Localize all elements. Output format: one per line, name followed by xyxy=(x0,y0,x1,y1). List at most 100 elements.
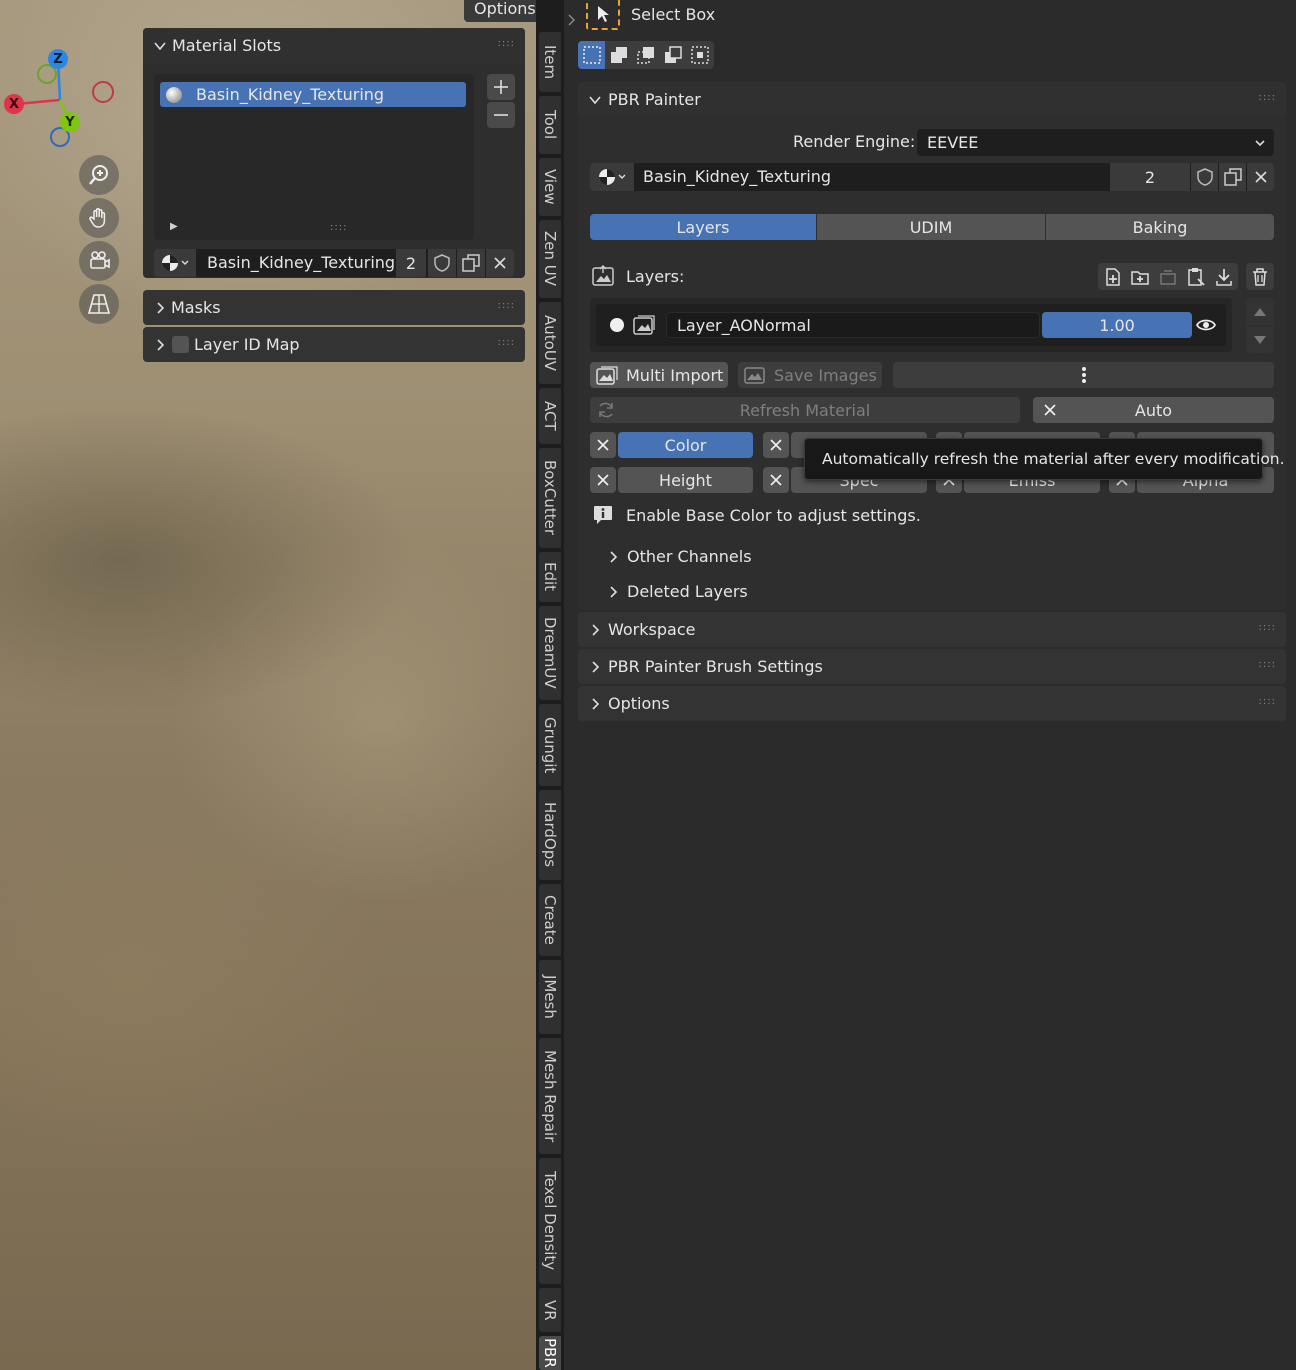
add-folder-button[interactable] xyxy=(1126,263,1154,290)
list-resize-handle-icon[interactable]: :::: xyxy=(330,222,347,233)
pbr-material-name-field[interactable]: Basin_Kidney_Texturing xyxy=(643,167,831,186)
duplicate-layer-button[interactable] xyxy=(1154,263,1182,290)
multi-import-button[interactable]: Multi Import xyxy=(590,362,728,388)
more-options-button[interactable] xyxy=(893,362,1274,388)
layer-name-field[interactable]: Layer_AONormal xyxy=(666,312,1040,338)
pbr-painter-header[interactable]: PBR Painter :::: xyxy=(578,82,1286,118)
workspace-panel-header[interactable]: Workspace :::: xyxy=(578,612,1286,647)
masks-panel-header[interactable]: Masks :::: xyxy=(143,290,525,325)
tab-baking[interactable]: Baking xyxy=(1046,214,1274,240)
paste-layer-button[interactable] xyxy=(1182,263,1210,290)
drag-handle-icon[interactable]: :::: xyxy=(1259,622,1276,633)
channel-height-label: Height xyxy=(659,470,712,490)
drag-handle-icon[interactable]: :::: xyxy=(1259,92,1276,103)
auto-refresh-toggle[interactable]: Auto xyxy=(1033,397,1274,423)
tab-zen-uv[interactable]: Zen UV xyxy=(539,220,561,298)
axis-z-handle[interactable]: Z xyxy=(48,49,68,69)
tab-jmesh[interactable]: JMesh xyxy=(539,960,561,1034)
select-box-tool-icon[interactable] xyxy=(586,0,620,30)
delete-layer-button[interactable] xyxy=(1246,263,1274,290)
move-layer-up-button[interactable] xyxy=(1246,298,1274,325)
brush-settings-panel-header[interactable]: PBR Painter Brush Settings :::: xyxy=(578,649,1286,684)
render-engine-dropdown[interactable]: EEVEE xyxy=(917,129,1274,156)
pan-button[interactable] xyxy=(79,198,119,238)
remove-slot-button[interactable] xyxy=(487,102,515,128)
tab-edit[interactable]: Edit xyxy=(539,552,561,602)
channel-height-toggle[interactable] xyxy=(590,467,616,493)
drag-handle-icon[interactable]: :::: xyxy=(498,337,515,348)
zoom-button[interactable] xyxy=(79,155,119,195)
mode-invert-selection-button[interactable] xyxy=(659,41,686,69)
tab-hardops[interactable]: HardOps xyxy=(539,790,561,880)
fake-user-button[interactable] xyxy=(428,249,456,277)
tab-grungit[interactable]: Grungit xyxy=(539,704,561,786)
tab-layers[interactable]: Layers xyxy=(590,214,816,240)
pbr-unlink-material-button[interactable] xyxy=(1247,163,1274,191)
drag-handle-icon[interactable]: :::: xyxy=(498,300,515,311)
navigation-gizmo[interactable]: Z X Y xyxy=(0,42,125,152)
eye-visibility-icon[interactable] xyxy=(1196,316,1216,334)
unlink-material-button[interactable] xyxy=(486,249,514,277)
drag-handle-icon[interactable]: :::: xyxy=(498,38,515,49)
move-layer-down-button[interactable] xyxy=(1246,326,1274,353)
tab-tool[interactable]: Tool xyxy=(539,96,561,154)
tab-boxcutter[interactable]: BoxCutter xyxy=(539,448,561,548)
close-icon xyxy=(769,438,783,452)
channel-height-button[interactable]: Height xyxy=(618,467,753,493)
tab-act[interactable]: ACT xyxy=(539,388,561,444)
duplicate-material-button[interactable] xyxy=(457,249,485,277)
tab-vr[interactable]: VR xyxy=(539,1288,561,1332)
import-layer-button[interactable] xyxy=(1210,263,1238,290)
axis-x-handle[interactable]: X xyxy=(4,94,24,114)
add-layer-button[interactable] xyxy=(1098,263,1126,290)
material-sphere-icon xyxy=(166,86,182,103)
layer-id-map-checkbox[interactable] xyxy=(172,336,189,353)
mode-new-selection-button[interactable] xyxy=(578,41,605,69)
tab-layers-label: Layers xyxy=(676,217,730,237)
chevron-right-icon[interactable] xyxy=(566,13,576,27)
mode-subtract-selection-button[interactable] xyxy=(632,41,659,69)
channel-spec-toggle[interactable] xyxy=(763,467,789,493)
tab-dreamuv[interactable]: DreamUV xyxy=(539,606,561,700)
material-browse-button[interactable] xyxy=(154,249,196,277)
tab-create[interactable]: Create xyxy=(539,884,561,956)
tab-udim[interactable]: UDIM xyxy=(817,214,1045,240)
tab-mesh-repair[interactable]: Mesh Repair xyxy=(539,1038,561,1154)
other-channels-subpanel[interactable]: Other Channels xyxy=(608,544,1008,570)
multi-import-label: Multi Import xyxy=(626,365,724,385)
deleted-layers-subpanel[interactable]: Deleted Layers xyxy=(608,579,1008,605)
save-images-button[interactable]: Save Images xyxy=(738,362,882,388)
pbr-fake-user-button[interactable] xyxy=(1191,163,1218,191)
layer-row[interactable]: Layer_AONormal 1.00 xyxy=(596,304,1226,346)
tab-pbr[interactable]: PBR xyxy=(539,1336,561,1370)
axis-y-label: Y xyxy=(65,114,75,130)
channel-color-toggle[interactable] xyxy=(590,432,616,458)
mode-intersect-selection-button[interactable] xyxy=(686,41,714,69)
tab-view[interactable]: View xyxy=(539,158,561,216)
pbr-duplicate-material-button[interactable] xyxy=(1219,163,1246,191)
pbr-material-browse-button[interactable] xyxy=(590,163,634,191)
axis-y-handle[interactable]: Y xyxy=(60,112,80,132)
mode-extend-selection-button[interactable] xyxy=(605,41,632,69)
tab-item[interactable]: Item xyxy=(539,32,561,92)
layer-id-map-panel-header[interactable]: Layer ID Map :::: xyxy=(143,327,525,362)
channel-2-toggle[interactable] xyxy=(763,432,789,458)
refresh-material-button[interactable]: Refresh Material xyxy=(590,397,1020,423)
expand-triangle-icon[interactable]: ▶ xyxy=(170,221,178,232)
chevron-right-icon xyxy=(155,301,165,315)
layer-opacity-slider[interactable]: 1.00 xyxy=(1042,312,1192,338)
add-slot-button[interactable] xyxy=(487,74,515,100)
material-name-field[interactable]: Basin_Kidney_Texturing xyxy=(207,253,395,272)
tab-autouv[interactable]: AutoUV xyxy=(539,302,561,384)
drag-handle-icon[interactable]: :::: xyxy=(1259,696,1276,707)
material-slot-item[interactable]: Basin_Kidney_Texturing xyxy=(160,82,466,107)
channel-color-button[interactable]: Color xyxy=(618,432,753,458)
options-panel-header[interactable]: Options :::: xyxy=(578,686,1286,721)
3d-viewport[interactable]: Options Z X Y Material Slots:::: Basin_… xyxy=(0,0,558,1370)
camera-icon xyxy=(87,249,111,273)
drag-handle-icon[interactable]: :::: xyxy=(1259,659,1276,670)
camera-view-button[interactable] xyxy=(79,241,119,281)
perspective-toggle-button[interactable] xyxy=(79,284,119,324)
tab-texel-density[interactable]: Texel Density xyxy=(539,1158,561,1284)
material-slots-header[interactable]: Material Slots :::: xyxy=(143,28,525,64)
